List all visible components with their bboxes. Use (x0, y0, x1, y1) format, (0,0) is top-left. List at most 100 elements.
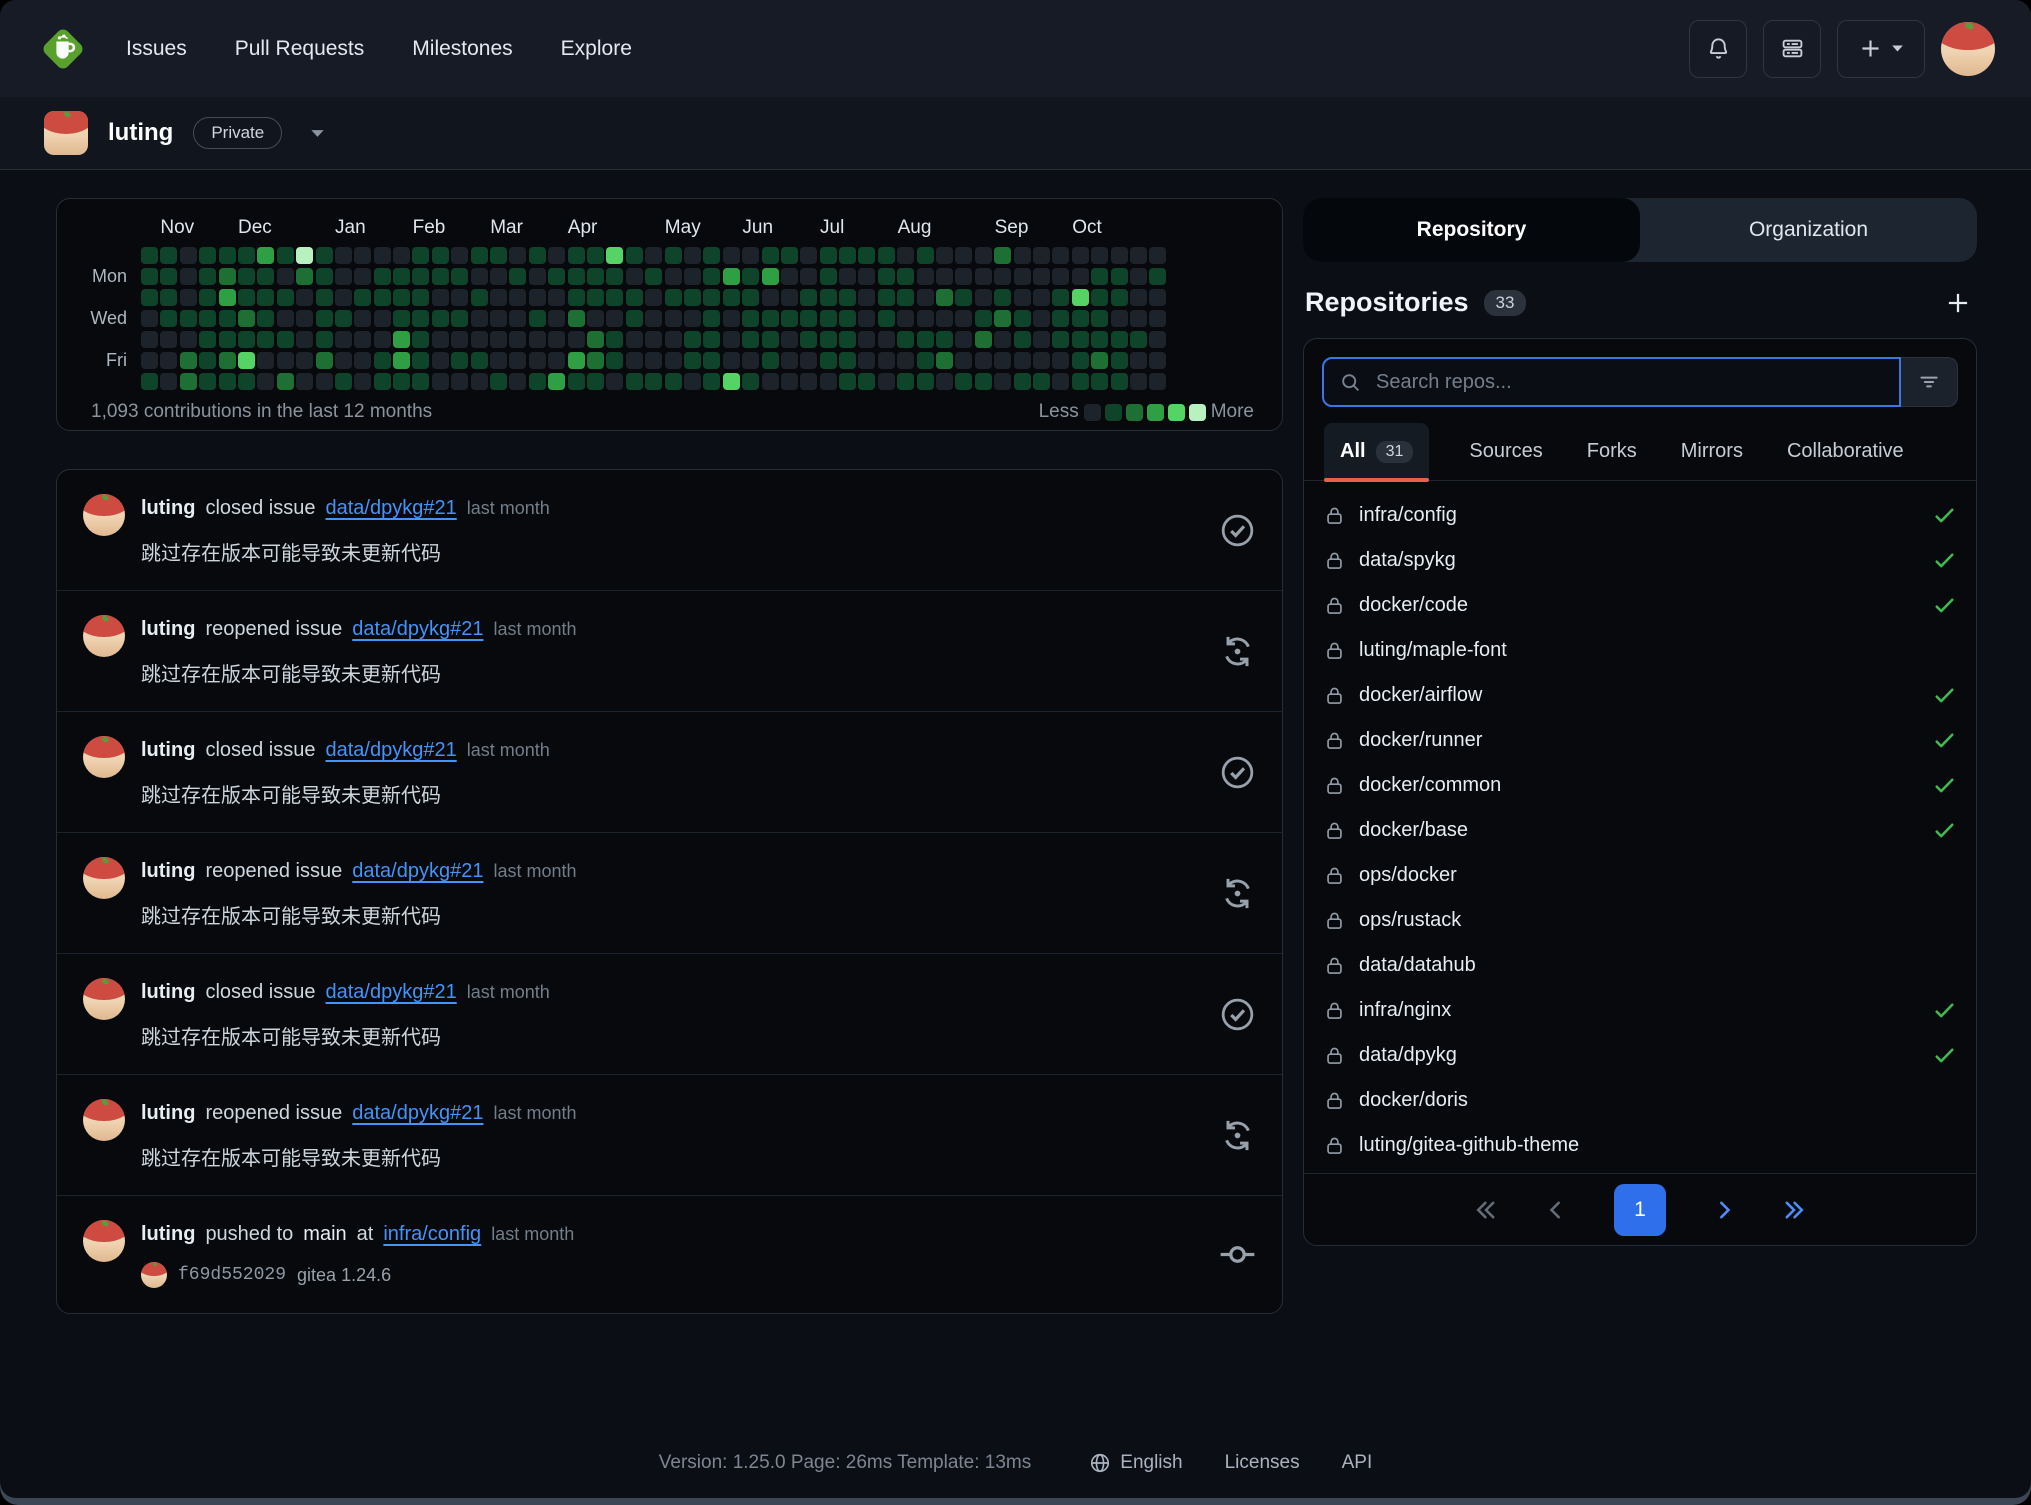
repo-link[interactable]: infra/config (1359, 504, 1919, 527)
heatmap-cell[interactable] (1111, 352, 1128, 369)
heatmap-cell[interactable] (762, 289, 779, 306)
heatmap-cell[interactable] (432, 352, 449, 369)
heatmap-cell[interactable] (1014, 331, 1031, 348)
heatmap-cell[interactable] (994, 310, 1011, 327)
heatmap-cell[interactable] (412, 247, 429, 264)
heatmap-cell[interactable] (354, 289, 371, 306)
heatmap-cell[interactable] (897, 247, 914, 264)
heatmap-cell[interactable] (1033, 373, 1050, 390)
feed-actor-link[interactable]: luting (141, 1102, 195, 1125)
heatmap-cell[interactable] (820, 373, 837, 390)
heatmap-cell[interactable] (257, 310, 274, 327)
heatmap-cell[interactable] (587, 268, 604, 285)
heatmap-cell[interactable] (858, 310, 875, 327)
heatmap-cell[interactable] (858, 352, 875, 369)
repo-search-input[interactable] (1374, 370, 1883, 395)
heatmap-cell[interactable] (180, 289, 197, 306)
heatmap-cell[interactable] (451, 331, 468, 348)
user-avatar[interactable] (1941, 22, 1995, 76)
heatmap-cell[interactable] (587, 331, 604, 348)
create-new-button[interactable] (1837, 20, 1925, 78)
heatmap-cell[interactable] (568, 289, 585, 306)
heatmap-cell[interactable] (374, 268, 391, 285)
heatmap-cell[interactable] (180, 247, 197, 264)
heatmap-cell[interactable] (723, 310, 740, 327)
heatmap-cell[interactable] (257, 373, 274, 390)
heatmap-cell[interactable] (335, 247, 352, 264)
heatmap-cell[interactable] (936, 331, 953, 348)
heatmap-cell[interactable] (354, 373, 371, 390)
heatmap-cell[interactable] (1072, 331, 1089, 348)
heatmap-cell[interactable] (897, 310, 914, 327)
repo-link[interactable]: docker/common (1359, 774, 1919, 797)
repo-link[interactable]: luting/gitea-github-theme (1359, 1134, 1956, 1157)
feed-actor-link[interactable]: luting (141, 860, 195, 883)
heatmap-cell[interactable] (955, 247, 972, 264)
heatmap-cell[interactable] (432, 373, 449, 390)
heatmap-cell[interactable] (626, 373, 643, 390)
heatmap-cell[interactable] (1033, 310, 1050, 327)
heatmap-cell[interactable] (1091, 247, 1108, 264)
heatmap-cell[interactable] (354, 247, 371, 264)
heatmap-cell[interactable] (742, 331, 759, 348)
heatmap-cell[interactable] (257, 352, 274, 369)
heatmap-cell[interactable] (839, 247, 856, 264)
heatmap-cell[interactable] (490, 352, 507, 369)
heatmap-cell[interactable] (316, 247, 333, 264)
heatmap-cell[interactable] (781, 289, 798, 306)
heatmap-cell[interactable] (897, 331, 914, 348)
heatmap-cell[interactable] (917, 268, 934, 285)
feed-target-link[interactable]: infra/config (383, 1223, 481, 1246)
heatmap-cell[interactable] (606, 310, 623, 327)
heatmap-cell[interactable] (529, 331, 546, 348)
heatmap-cell[interactable] (180, 331, 197, 348)
heatmap-cell[interactable] (141, 352, 158, 369)
heatmap-cell[interactable] (219, 331, 236, 348)
heatmap-cell[interactable] (141, 247, 158, 264)
heatmap-cell[interactable] (1091, 289, 1108, 306)
heatmap-cell[interactable] (820, 268, 837, 285)
heatmap-cell[interactable] (684, 268, 701, 285)
heatmap-cell[interactable] (141, 310, 158, 327)
heatmap-cell[interactable] (587, 310, 604, 327)
heatmap-cell[interactable] (800, 352, 817, 369)
heatmap-cell[interactable] (509, 352, 526, 369)
heatmap-cell[interactable] (762, 268, 779, 285)
repo-link[interactable]: docker/base (1359, 819, 1919, 842)
heatmap-cell[interactable] (451, 247, 468, 264)
heatmap-cell[interactable] (160, 268, 177, 285)
heatmap-cell[interactable] (412, 352, 429, 369)
heatmap-cell[interactable] (684, 289, 701, 306)
heatmap-cell[interactable] (180, 373, 197, 390)
heatmap-cell[interactable] (1033, 352, 1050, 369)
heatmap-cell[interactable] (509, 373, 526, 390)
feed-actor-link[interactable]: luting (141, 618, 195, 641)
heatmap-cell[interactable] (432, 268, 449, 285)
heatmap-cell[interactable] (1014, 310, 1031, 327)
actor-avatar[interactable] (83, 1220, 125, 1262)
heatmap-cell[interactable] (529, 247, 546, 264)
heatmap-cell[interactable] (432, 310, 449, 327)
heatmap-cell[interactable] (587, 247, 604, 264)
heatmap-cell[interactable] (199, 352, 216, 369)
heatmap-cell[interactable] (180, 268, 197, 285)
heatmap-cell[interactable] (568, 268, 585, 285)
heatmap-cell[interactable] (374, 289, 391, 306)
heatmap-cell[interactable] (878, 268, 895, 285)
heatmap-cell[interactable] (238, 247, 255, 264)
heatmap-cell[interactable] (1052, 247, 1069, 264)
heatmap-cell[interactable] (897, 352, 914, 369)
heatmap-cell[interactable] (354, 352, 371, 369)
heatmap-cell[interactable] (1052, 331, 1069, 348)
heatmap-cell[interactable] (509, 268, 526, 285)
heatmap-cell[interactable] (723, 268, 740, 285)
heatmap-cell[interactable] (1130, 373, 1147, 390)
heatmap-cell[interactable] (238, 268, 255, 285)
heatmap-cell[interactable] (374, 310, 391, 327)
feed-target-link[interactable]: data/dpykg#21 (326, 739, 457, 762)
actor-avatar[interactable] (83, 857, 125, 899)
heatmap-cell[interactable] (412, 268, 429, 285)
heatmap-cell[interactable] (1130, 247, 1147, 264)
new-repository-button[interactable] (1945, 290, 1971, 316)
actor-avatar[interactable] (83, 1099, 125, 1141)
